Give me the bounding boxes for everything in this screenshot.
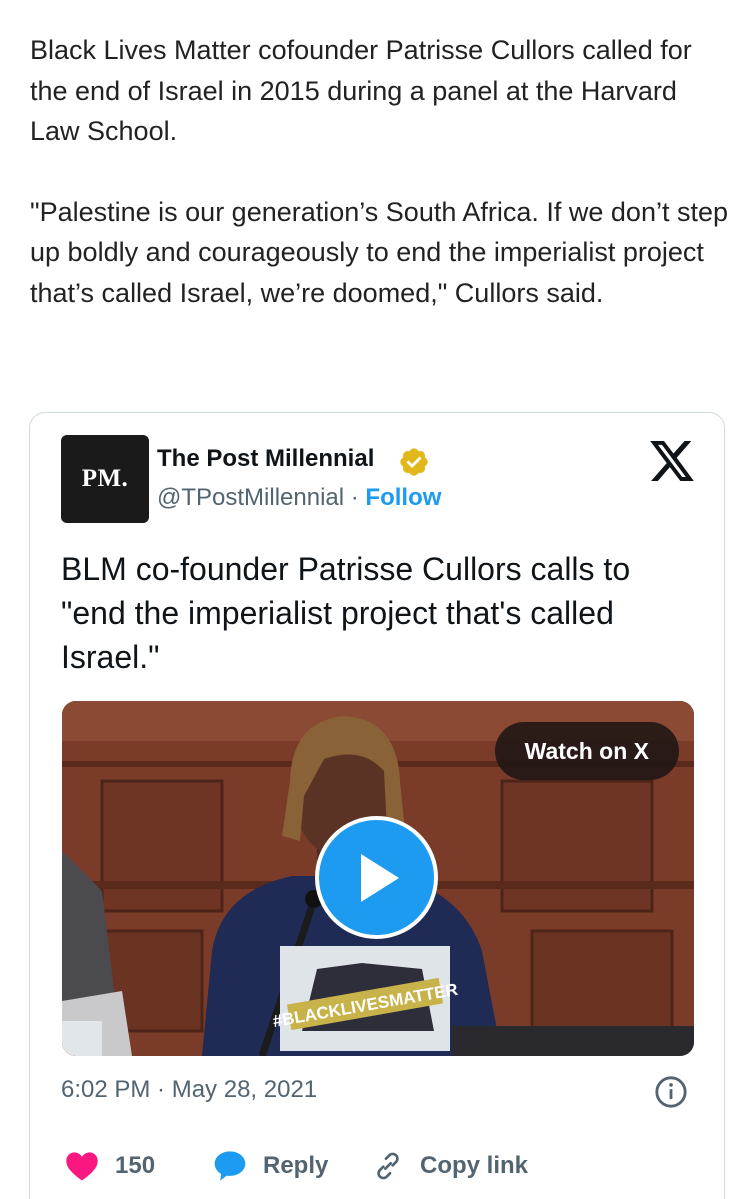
reply-bubble-icon [214, 1151, 246, 1181]
link-icon [377, 1152, 399, 1180]
heart-icon [66, 1152, 98, 1181]
avatar[interactable]: PM. [61, 435, 149, 523]
article-paragraph-2: "Palestine is our generation’s South Afr… [30, 196, 728, 308]
copy-link-button[interactable]: Copy link [372, 1138, 528, 1194]
author-handle[interactable]: @TPostMillennial [157, 484, 344, 511]
follow-link[interactable]: Follow [365, 484, 441, 511]
separator-dot: · [344, 484, 366, 511]
author-name[interactable]: The Post Millennial [157, 445, 374, 473]
like-button[interactable]: 150 [65, 1138, 155, 1194]
handle-line: @TPostMillennial · Follow [157, 484, 441, 512]
play-icon [360, 853, 399, 902]
article-text: Black Lives Matter cofounder Patrisse Cu… [30, 30, 730, 313]
info-icon[interactable] [654, 1075, 688, 1109]
x-logo-icon[interactable] [650, 441, 694, 481]
embedded-tweet-card[interactable]: PM. The Post Millennial @TPostMillennial… [29, 412, 725, 1199]
tweet-timestamp[interactable]: 6:02 PM · May 28, 2021 [61, 1076, 317, 1104]
article-paragraph-1: Black Lives Matter cofounder Patrisse Cu… [30, 35, 692, 146]
reply-label: Reply [263, 1152, 329, 1179]
copy-link-label: Copy link [420, 1152, 529, 1179]
avatar-text: PM. [81, 465, 129, 492]
tweet-text: BLM co-founder Patrisse Cullors calls to… [61, 551, 631, 675]
video-media[interactable]: #BLACKLIVESMATTER Watch on X [62, 701, 694, 1056]
watch-on-x-button[interactable]: Watch on X [494, 722, 679, 780]
verified-badge-icon [400, 448, 428, 476]
reply-button[interactable]: Reply [213, 1138, 328, 1194]
tweet-actions: 150 Reply Copy link [30, 1138, 724, 1198]
play-button[interactable] [315, 816, 438, 939]
like-count: 150 [115, 1152, 156, 1179]
